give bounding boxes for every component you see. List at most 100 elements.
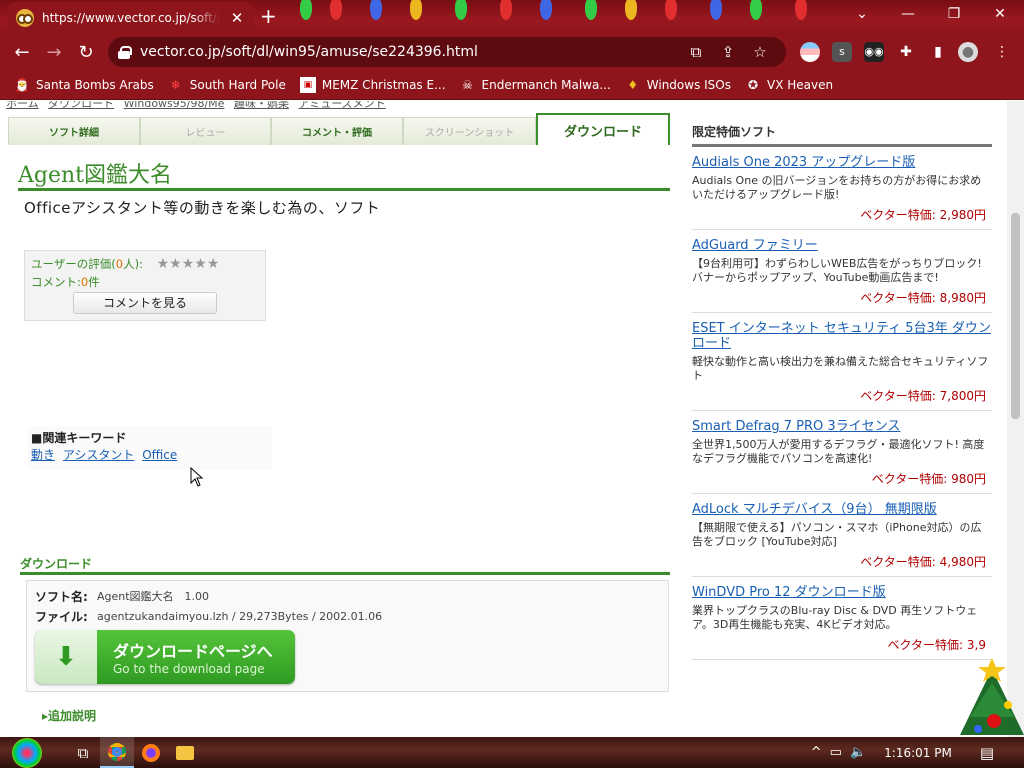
show-hidden-icons-chevron-icon[interactable]: ^ — [811, 745, 822, 760]
promo-title-link[interactable]: Smart Defrag 7 PRO 3ライセンス — [692, 419, 992, 434]
file-row: ファイル: agentzukandaimyou.lzh / 29,273Byte… — [35, 606, 660, 626]
bookmark-vx-heaven[interactable]: ✪ VX Heaven — [745, 77, 833, 93]
flag-extension-icon[interactable] — [800, 42, 820, 62]
task-view-icon[interactable]: ⧉ — [66, 737, 100, 768]
promo-price: ベクター特価: 4,980円 — [860, 555, 986, 569]
software-name-value: Agent図鑑大名 1.00 — [97, 590, 210, 603]
lock-icon[interactable] — [118, 46, 132, 59]
software-name-label: ソフト名: — [35, 589, 88, 604]
profile-avatar-icon[interactable]: ● — [958, 42, 978, 62]
christmas-light-decoration — [795, 0, 807, 20]
back-arrow-icon[interactable]: ← — [6, 42, 38, 63]
forward-arrow-icon[interactable]: → — [38, 42, 70, 63]
keyword-link[interactable]: アシスタント — [63, 448, 135, 462]
santa-icon: 🎅 — [14, 77, 30, 92]
keyword-link[interactable]: Office — [142, 448, 177, 462]
keyword-links: 動き アシスタント Office — [31, 446, 269, 463]
browser-tab[interactable]: https://www.vector.co.jp/soft/dl/ ✕ — [8, 2, 254, 34]
promo-description: 業界トップクラスのBlu-ray Disc & DVD 再生ソフトウェア。3D再… — [692, 604, 978, 631]
close-tab-icon[interactable]: ✕ — [228, 9, 246, 27]
promo-price: ベクター特価: 980円 — [871, 472, 986, 486]
tab-search-chevron-icon[interactable]: ⌄ — [842, 6, 882, 22]
bookmarks-bar: 🎅 Santa Bombs Arabs ❄ South Hard Pole ▣ MEM… — [0, 70, 1024, 100]
bookmark-label: VX Heaven — [767, 77, 834, 92]
promo-price: ベクター特価: 7,800円 — [860, 389, 986, 403]
puzzle-extensions-icon[interactable]: ✚ — [896, 42, 916, 62]
related-keywords: ■関連キーワード 動き アシスタント Office — [28, 426, 272, 470]
promo-title-link[interactable]: WinDVD Pro 12 ダウンロード版 — [692, 585, 992, 600]
promo-description: 全世界1,500万人が愛用するデフラグ・最適化ソフト! 高度なデフラグ機能でパソ… — [692, 438, 985, 465]
page-scrollbar[interactable] — [1007, 101, 1024, 737]
chrome-taskbar-icon[interactable] — [100, 737, 134, 768]
promo-description: 【無期限で使える】パソコン・スマホ（iPhone対応）の広告をブロック [You… — [692, 521, 982, 548]
christmas-light-decoration — [300, 0, 312, 20]
glasses-extension-icon[interactable]: ◉◉ — [864, 42, 884, 62]
promo-item: ESET インターネット セキュリティ 5台3年 ダウンロード 軽快な動作と高い… — [692, 313, 992, 411]
rating-label: ユーザーの評価( — [31, 257, 116, 271]
file-label: ファイル: — [35, 609, 88, 624]
side-panel-icon[interactable]: ▮ — [928, 42, 948, 62]
volume-icon[interactable]: 🔈 — [850, 745, 866, 760]
christmas-light-decoration — [370, 0, 382, 20]
rating-box: ユーザーの評価(0人): ★★★★★ コメント:0件 コメントを見る — [24, 250, 266, 321]
bookmark-endermanch[interactable]: ☠ Endermanch Malwa... — [460, 77, 611, 93]
software-name-row: ソフト名: Agent図鑑大名 1.00 — [35, 586, 660, 606]
bookmark-memz[interactable]: ▣ MEMZ Christmas E... — [299, 76, 446, 93]
gift-icon: ♦ — [627, 77, 639, 92]
tab-title: https://www.vector.co.jp/soft/dl/ — [42, 11, 220, 25]
tab-screenshot: スクリーンショット — [403, 117, 536, 145]
breadcrumb-link[interactable]: Windows95/98/Me — [124, 101, 225, 110]
comment-label: コメント: — [31, 275, 81, 289]
notifications-icon[interactable]: ▤ — [980, 744, 994, 762]
close-window-icon[interactable]: ✕ — [980, 6, 1020, 22]
promo-description: 軽快な動作と高い検出力を兼ね備えた総合セキュリティソフト — [692, 355, 989, 382]
download-page-button[interactable]: ⬇ ダウンロードページへ Go to the download page — [35, 630, 295, 684]
new-tab-icon[interactable]: + — [260, 6, 277, 26]
bookmark-star-icon[interactable]: ☆ — [744, 43, 776, 61]
page-title: Agent図鑑大名 — [18, 157, 670, 191]
firefox-taskbar-icon[interactable] — [134, 737, 168, 768]
restore-icon[interactable]: ❐ — [934, 6, 974, 22]
keyword-link[interactable]: 動き — [31, 448, 55, 462]
network-icon[interactable]: ▭ — [830, 745, 842, 760]
tab-comments[interactable]: コメント・評価 — [271, 117, 403, 145]
promo-item: Audials One 2023 アップグレード版 Audials One の旧… — [692, 147, 992, 230]
promo-item: WinDVD Pro 12 ダウンロード版 業界トップクラスのBlu-ray D… — [692, 577, 992, 660]
reload-icon[interactable]: ↻ — [70, 42, 102, 63]
breadcrumb-link[interactable]: アミューズメント — [298, 101, 385, 110]
bookmark-south-hard-pole[interactable]: ❄ South Hard Pole — [168, 77, 286, 93]
view-comments-button[interactable]: コメントを見る — [73, 292, 217, 314]
christmas-tree-decoration-icon — [960, 658, 1024, 735]
tab-download[interactable]: ダウンロード — [536, 113, 670, 145]
breadcrumb-link[interactable]: ホーム — [6, 101, 39, 110]
taskbar-clock[interactable]: 1:16:01 PM — [884, 746, 952, 760]
bookmark-santa-bombs-arabs[interactable]: 🎅 Santa Bombs Arabs — [14, 77, 154, 93]
bookmark-windows-isos[interactable]: ♦ Windows ISOs — [625, 77, 731, 93]
skull-icon: ☠ — [462, 77, 473, 92]
scrollbar-thumb[interactable] — [1011, 213, 1020, 419]
tab-software-details[interactable]: ソフト詳細 — [8, 117, 140, 145]
christmas-light-decoration — [750, 0, 762, 20]
start-button-icon[interactable] — [12, 737, 42, 768]
share-icon[interactable]: ⇪ — [712, 43, 744, 61]
menu-kebab-icon[interactable]: ⋮ — [992, 42, 1012, 62]
promo-title-link[interactable]: AdLock マルチデバイス（9台） 無期限版 — [692, 502, 992, 517]
translate-icon[interactable]: ⧉ — [680, 43, 712, 61]
file-explorer-icon[interactable] — [168, 737, 202, 768]
software-description: Officeアシスタント等の動きを楽しむ為の、ソフト — [24, 199, 381, 217]
promo-title-link[interactable]: Audials One 2023 アップグレード版 — [692, 155, 992, 170]
breadcrumb-link[interactable]: ダウンロード — [48, 101, 114, 110]
s-extension-icon[interactable]: s — [832, 42, 852, 62]
christmas-light-decoration — [585, 0, 597, 20]
main-content: ソフト詳細 レビュー コメント・評価 スクリーンショット ダウンロード Agen… — [8, 113, 670, 737]
promo-title-link[interactable]: ESET インターネット セキュリティ 5台3年 ダウンロード — [692, 321, 992, 351]
address-bar[interactable]: vector.co.jp/soft/dl/win95/amuse/se22439… — [108, 37, 786, 67]
download-section-heading: ダウンロード — [20, 555, 670, 575]
mouse-cursor-icon — [190, 467, 204, 487]
rating-line: ユーザーの評価(0人): ★★★★★ — [31, 256, 259, 272]
breadcrumb-link[interactable]: 趣味・娯楽 — [234, 101, 289, 110]
additional-info-link[interactable]: ▸追加説明 — [42, 707, 96, 724]
minimize-icon[interactable]: — — [888, 6, 928, 22]
url-text[interactable]: vector.co.jp/soft/dl/win95/amuse/se22439… — [140, 44, 680, 60]
promo-title-link[interactable]: AdGuard ファミリー — [692, 238, 992, 253]
